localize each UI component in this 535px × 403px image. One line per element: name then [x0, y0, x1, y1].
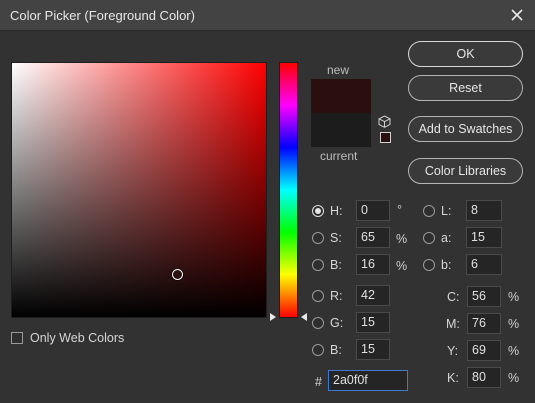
- brightness-label: B:: [330, 258, 342, 272]
- lab-b-input[interactable]: 6: [466, 254, 502, 275]
- new-color-swatch: [311, 79, 371, 113]
- color-field-marker[interactable]: [172, 269, 183, 280]
- close-icon: [511, 9, 523, 21]
- color-libraries-button[interactable]: Color Libraries: [408, 158, 523, 184]
- only-web-colors-checkbox[interactable]: [11, 332, 23, 344]
- blue-label: B:: [330, 343, 342, 357]
- current-color-swatch[interactable]: [311, 113, 371, 147]
- lab-a-input[interactable]: 15: [466, 227, 502, 248]
- add-to-swatches-button[interactable]: Add to Swatches: [408, 116, 523, 142]
- degree-unit: °: [397, 203, 402, 217]
- lab-l-input[interactable]: 8: [466, 200, 502, 221]
- blue-input[interactable]: 15: [356, 339, 390, 360]
- cyan-label: C:: [447, 290, 460, 304]
- saturation-label: S:: [330, 231, 342, 245]
- lab-b-label: b:: [441, 258, 452, 272]
- cyan-input[interactable]: 56: [467, 286, 501, 307]
- yellow-input[interactable]: 69: [467, 340, 501, 361]
- lab-l-label: L:: [441, 204, 452, 218]
- magenta-unit: %: [508, 317, 520, 331]
- yellow-unit: %: [508, 344, 520, 358]
- black-label: K:: [447, 371, 459, 385]
- hex-input[interactable]: 2a0f0f: [328, 370, 408, 391]
- red-label: R:: [330, 289, 343, 303]
- green-radio[interactable]: [312, 317, 324, 329]
- new-label: new: [327, 63, 350, 77]
- lab-a-radio[interactable]: [423, 232, 435, 244]
- cyan-unit: %: [508, 290, 520, 304]
- lab-a-label: a:: [441, 231, 452, 245]
- lab-b-radio[interactable]: [423, 259, 435, 271]
- blue-radio[interactable]: [312, 344, 324, 356]
- close-button[interactable]: [505, 4, 529, 26]
- only-web-colors-label[interactable]: Only Web Colors: [30, 331, 124, 345]
- brightness-input[interactable]: 16: [356, 254, 390, 275]
- hue-label: H:: [330, 204, 343, 218]
- red-radio[interactable]: [312, 290, 324, 302]
- hex-label: #: [315, 375, 322, 389]
- hue-slider-handle-left[interactable]: [270, 313, 276, 321]
- web-safe-color-swatch[interactable]: [380, 132, 391, 143]
- window-title: Color Picker (Foreground Color): [10, 8, 195, 23]
- lab-l-radio[interactable]: [423, 205, 435, 217]
- saturation-input[interactable]: 65: [356, 227, 390, 248]
- hue-slider-handle-right[interactable]: [301, 313, 307, 321]
- black-input[interactable]: 80: [467, 367, 501, 388]
- title-bar: Color Picker (Foreground Color): [0, 0, 535, 31]
- green-input[interactable]: 15: [356, 312, 390, 333]
- saturation-unit: %: [396, 232, 408, 246]
- green-label: G:: [330, 316, 344, 330]
- magenta-input[interactable]: 76: [467, 313, 501, 334]
- brightness-radio[interactable]: [312, 259, 324, 271]
- red-input[interactable]: 42: [356, 285, 390, 306]
- current-label: current: [320, 149, 358, 163]
- hue-radio[interactable]: [312, 205, 324, 217]
- web-safe-cube-icon[interactable]: [378, 115, 391, 128]
- reset-button[interactable]: Reset: [408, 75, 523, 101]
- hue-input[interactable]: 0: [356, 200, 390, 221]
- brightness-unit: %: [396, 259, 408, 273]
- magenta-label: M:: [446, 317, 460, 331]
- saturation-radio[interactable]: [312, 232, 324, 244]
- black-unit: %: [508, 371, 520, 385]
- ok-button[interactable]: OK: [408, 41, 523, 67]
- color-field[interactable]: [11, 62, 267, 318]
- yellow-label: Y:: [447, 344, 459, 358]
- hue-slider[interactable]: [279, 62, 298, 318]
